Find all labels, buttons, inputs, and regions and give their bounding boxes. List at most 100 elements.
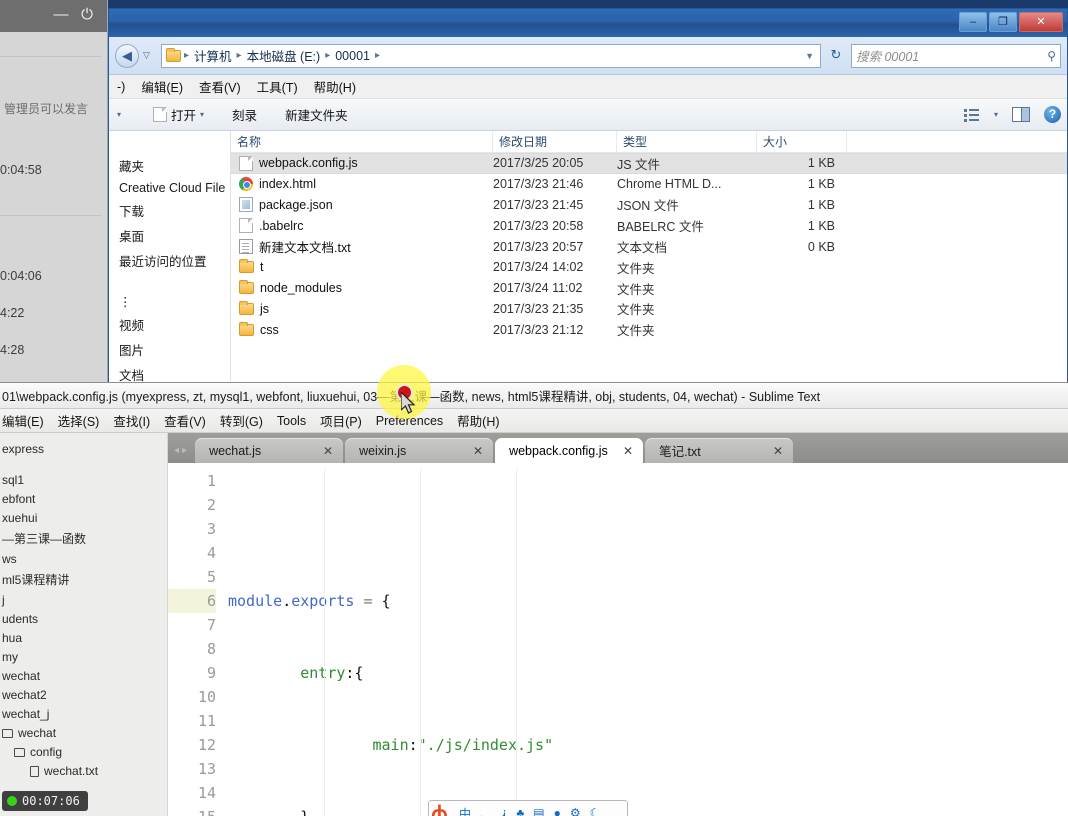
sidebar-item-lesson3-function[interactable]: —第三课—函数 (0, 527, 167, 549)
sidebar-item-obj[interactable]: j (0, 590, 167, 609)
sidebar-item-videos[interactable]: 视频 (109, 312, 230, 337)
tab-next-icon[interactable]: ▸ (182, 445, 187, 456)
menu-help[interactable]: 帮助(H) (457, 411, 499, 430)
breadcrumb-drive[interactable]: 本地磁盘 (E:) (245, 46, 323, 65)
sidebar-item-documents[interactable]: 文档 (109, 362, 230, 384)
maximize-button[interactable]: ❐ (989, 12, 1017, 32)
minimize-icon[interactable]: — (51, 6, 71, 24)
sidebar-item-wechat-txt[interactable]: wechat.txt (0, 761, 167, 780)
menu-project[interactable]: 项目(P) (320, 411, 362, 430)
code-editor[interactable]: 1 2 3 4 5 “” 6 7 8 9 10 11 (168, 463, 1068, 816)
search-input[interactable]: 搜索 00001 ⚲ (851, 43, 1061, 68)
table-row[interactable]: package.json 2017/3/23 21:45 JSON 文件 1 K… (231, 195, 1067, 216)
sidebar-item-downloads[interactable]: 下载 (109, 198, 230, 223)
ime-dot-icon[interactable]: ● (554, 806, 561, 816)
burn-button[interactable]: 刻录 (232, 105, 257, 124)
sidebar-item-desktop[interactable]: 桌面 (109, 223, 230, 248)
table-row[interactable]: js 2017/3/23 21:35 文件夹 (231, 299, 1067, 320)
ime-keyboard-icon[interactable]: ▤ (533, 806, 544, 816)
menu-view[interactable]: 查看(V) (199, 77, 241, 96)
tab-label: 笔记.txt (659, 445, 701, 459)
sidebar-item-webfont[interactable]: ebfont (0, 489, 167, 508)
sidebar-item-wechat-1[interactable]: wechat (0, 666, 167, 685)
sidebar-item-html5-course[interactable]: ml5课程精讲 (0, 568, 167, 590)
power-icon[interactable]: ⏻ (77, 6, 97, 24)
views-icon[interactable] (963, 108, 980, 122)
tab-webpack-config-js[interactable]: webpack.config.js ✕ (495, 438, 644, 463)
ime-shape-icon[interactable]: ⸘ (501, 806, 507, 816)
column-header-name[interactable]: 名称 (231, 131, 493, 152)
code-content[interactable]: module.exports = { entry:{ main:"./js/in… (224, 463, 1068, 816)
organize-caret-icon[interactable]: ▾ (117, 110, 121, 119)
menu-preferences[interactable]: Preferences (376, 414, 443, 428)
sidebar-item-wechat-folder[interactable]: wechat (0, 723, 167, 742)
sidebar-item-pictures[interactable]: 图片 (109, 337, 230, 362)
sidebar-item-liuxuehui[interactable]: xuehui (0, 508, 167, 527)
menu-tools[interactable]: 工具(T) (257, 77, 298, 96)
sidebar-item-students[interactable]: udents (0, 609, 167, 628)
sidebar-item-my[interactable]: my (0, 647, 167, 666)
refresh-icon[interactable]: ↻ (825, 45, 847, 67)
menu-find[interactable]: 查找(I) (113, 411, 150, 430)
minimize-button[interactable]: – (959, 12, 987, 32)
sidebar-item-favorites[interactable]: 藏夹 (109, 153, 230, 178)
menu-tools[interactable]: Tools (277, 414, 306, 428)
sidebar-item-mysql1[interactable]: sql1 (0, 470, 167, 489)
sidebar-item-news[interactable]: ws (0, 549, 167, 568)
menu-selection[interactable]: 选择(S) (58, 411, 100, 430)
sidebar-item-libraries-partial[interactable]: ⋮ (109, 291, 230, 312)
tab-nav-arrows[interactable]: ◂ ▸ (172, 445, 195, 463)
ime-user-icon[interactable]: ♣ (516, 806, 524, 816)
breadcrumb-computer[interactable]: 计算机 (192, 46, 234, 65)
sidebar-item-wechat2[interactable]: wechat2 (0, 685, 167, 704)
sidebar-item-config-folder[interactable]: config (0, 742, 167, 761)
table-row[interactable]: index.html 2017/3/23 21:46 Chrome HTML D… (231, 174, 1067, 195)
column-header-date[interactable]: 修改日期 (493, 131, 617, 152)
close-icon[interactable]: ✕ (323, 444, 333, 458)
tab-notes-txt[interactable]: 笔记.txt ✕ (645, 438, 794, 463)
column-header-size[interactable]: 大小 (757, 131, 847, 152)
address-bar[interactable]: ▸ 计算机 ▸ 本地磁盘 (E:) ▸ 00001 ▸ ▼ (161, 43, 821, 68)
tab-wechat-js[interactable]: wechat.js ✕ (195, 438, 344, 463)
history-dropdown-icon[interactable]: ▽ (143, 50, 157, 61)
new-folder-button[interactable]: 新建文件夹 (285, 105, 348, 124)
ime-punctuation-icon[interactable]: 、 (480, 805, 492, 816)
table-row[interactable]: node_modules 2017/3/24 11:02 文件夹 (231, 278, 1067, 299)
sidebar-item-wechat-j[interactable]: wechat_j (0, 704, 167, 723)
sidebar-item-recent-places[interactable]: 最近访问的位置 (109, 248, 230, 273)
views-caret-icon[interactable]: ▾ (994, 110, 998, 119)
menu-help[interactable]: 帮助(H) (314, 77, 356, 96)
table-row[interactable]: webpack.config.js 2017/3/25 20:05 JS 文件 … (231, 153, 1067, 174)
ime-settings-icon[interactable]: ⚙ (570, 806, 581, 816)
sidebar-item-creative-cloud-files[interactable]: Creative Cloud File (109, 178, 230, 198)
ime-toolbar[interactable]: ₼ 中 、 ⸘ ♣ ▤ ● ⚙ ☾ (428, 800, 628, 816)
sidebar-item-hua[interactable]: hua (0, 628, 167, 647)
tab-prev-icon[interactable]: ◂ (174, 445, 179, 456)
close-icon[interactable]: ✕ (773, 444, 783, 458)
preview-pane-icon[interactable] (1012, 107, 1030, 122)
menu-goto[interactable]: 转到(G) (220, 411, 263, 430)
open-button[interactable]: 打开 ▾ (153, 105, 204, 124)
close-icon[interactable]: ✕ (623, 444, 633, 458)
table-row[interactable]: .babelrc 2017/3/23 20:58 BABELRC 文件 1 KB (231, 215, 1067, 236)
table-row[interactable]: t 2017/3/24 14:02 文件夹 (231, 257, 1067, 278)
menu-edit[interactable]: 编辑(E) (141, 77, 183, 96)
help-icon[interactable]: ? (1044, 106, 1061, 123)
menu-view[interactable]: 查看(V) (164, 411, 206, 430)
sidebar-item-myexpress[interactable]: express (0, 439, 167, 458)
open-caret-icon[interactable]: ▾ (200, 110, 204, 119)
ime-logo-icon: ₼ (431, 802, 449, 816)
chevron-down-icon[interactable]: ▼ (805, 51, 816, 61)
menu-file-partial[interactable]: ‐) (117, 80, 125, 94)
close-icon[interactable]: ✕ (473, 444, 483, 458)
breadcrumb-folder[interactable]: 00001 (333, 49, 372, 63)
menu-edit[interactable]: 编辑(E) (2, 411, 44, 430)
column-header-type[interactable]: 类型 (617, 131, 757, 152)
tab-weixin-js[interactable]: weixin.js ✕ (345, 438, 494, 463)
close-button[interactable]: ✕ (1019, 12, 1063, 32)
table-row[interactable]: 新建文本文档.txt 2017/3/23 20:57 文本文档 0 KB (231, 236, 1067, 257)
ime-extra-icon[interactable]: ☾ (590, 806, 601, 816)
ime-mode-icon[interactable]: 中 (459, 805, 471, 816)
back-icon[interactable]: ◀ (115, 43, 139, 68)
table-row[interactable]: css 2017/3/23 21:12 文件夹 (231, 319, 1067, 340)
